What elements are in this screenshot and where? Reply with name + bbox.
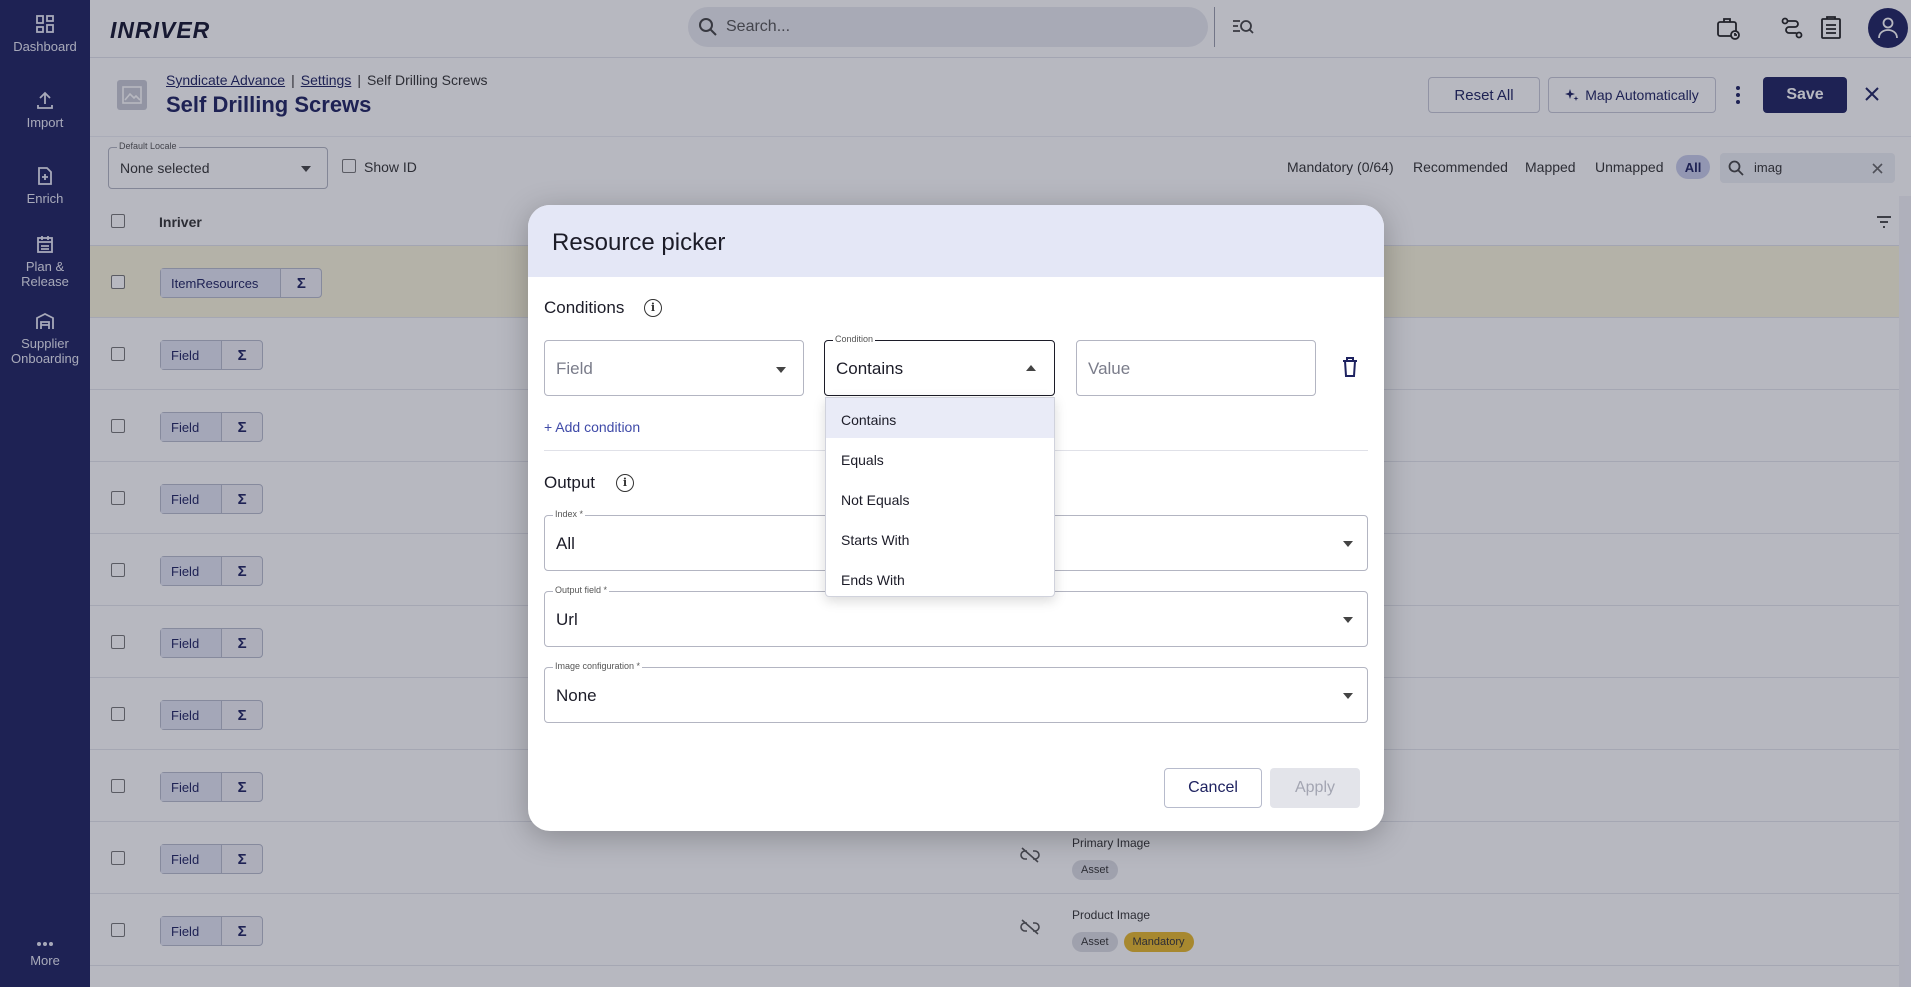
chevron-down-icon: [776, 367, 786, 373]
apply-button[interactable]: Apply: [1270, 768, 1360, 808]
option-ends-with[interactable]: Ends With: [826, 558, 1054, 598]
output-field-select[interactable]: Output field * Url: [544, 585, 1368, 647]
add-condition-link[interactable]: + Add condition: [544, 419, 640, 435]
option-equals[interactable]: Equals: [826, 438, 1054, 478]
index-value: All: [556, 534, 575, 553]
chevron-down-icon: [1343, 541, 1353, 547]
condition-value: Contains: [836, 359, 904, 378]
index-label: Index *: [553, 509, 586, 519]
delete-icon[interactable]: [1342, 357, 1358, 377]
condition-field-select[interactable]: Field: [544, 340, 804, 396]
option-starts-with[interactable]: Starts With: [826, 518, 1054, 558]
image-configuration-select[interactable]: Image configuration * None: [544, 661, 1368, 723]
condition-value-input[interactable]: Value: [1076, 340, 1316, 396]
dialog-title: Resource picker: [552, 229, 726, 256]
chevron-up-icon: [1026, 365, 1036, 371]
conditions-title: Conditions: [544, 298, 625, 317]
value-placeholder: Value: [1088, 359, 1131, 378]
field-placeholder: Field: [556, 359, 593, 378]
condition-dropdown-menu: Contains Equals Not Equals Starts With E…: [825, 397, 1055, 597]
output-field-label: Output field *: [553, 585, 610, 595]
info-icon[interactable]: i: [644, 299, 662, 317]
image-configuration-label: Image configuration *: [553, 661, 643, 671]
option-not-equals[interactable]: Not Equals: [826, 478, 1054, 518]
condition-label: Condition: [833, 334, 876, 344]
dialog-header: Resource picker: [528, 205, 1384, 277]
image-configuration-value: None: [556, 686, 597, 705]
chevron-down-icon: [1343, 693, 1353, 699]
condition-operator-select[interactable]: Condition Contains: [824, 334, 1055, 396]
output-field-value: Url: [556, 610, 578, 629]
cancel-button[interactable]: Cancel: [1164, 768, 1262, 808]
option-contains[interactable]: Contains: [826, 398, 1054, 438]
output-title: Output: [544, 473, 596, 492]
info-icon[interactable]: i: [616, 474, 634, 492]
chevron-down-icon: [1343, 617, 1353, 623]
